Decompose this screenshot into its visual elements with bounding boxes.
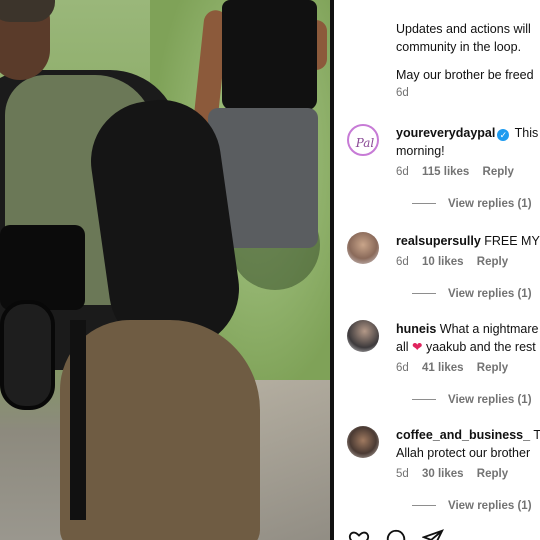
- comment-text: realsupersully FREE MY: [396, 232, 540, 250]
- view-replies-label: View replies (1): [448, 500, 532, 512]
- like-count[interactable]: 30 likes: [422, 468, 464, 480]
- comment-body: T: [533, 428, 540, 442]
- comment-body: What a nightmare: [439, 322, 539, 336]
- avatar[interactable]: [347, 426, 379, 458]
- caption-text: Updates and actions will: [396, 22, 531, 36]
- comment-meta: 6d 115 likes Reply: [396, 166, 524, 178]
- comment-age: 6d: [396, 166, 409, 178]
- comment-age: 6d: [396, 256, 409, 268]
- like-count[interactable]: 115 likes: [422, 166, 469, 178]
- verified-badge-icon: ✓: [497, 129, 510, 141]
- view-replies-label: View replies (1): [448, 288, 532, 300]
- comment-username[interactable]: youreverydaypal: [396, 126, 495, 140]
- view-replies-button[interactable]: View replies (1): [412, 394, 532, 406]
- comment-age: 6d: [396, 362, 409, 374]
- comment-body: Allah protect our brother: [396, 446, 531, 460]
- caption-text: community in the loop.: [396, 40, 522, 54]
- reply-button[interactable]: Reply: [477, 362, 508, 374]
- comments-panel[interactable]: Updates and actions will community in th…: [334, 0, 540, 540]
- comment-text: youreverydaypal ✓ This morning!: [396, 124, 540, 160]
- view-replies-label: View replies (1): [448, 394, 532, 406]
- post-actions: [348, 528, 468, 540]
- comment-body: morning!: [396, 144, 445, 158]
- red-heart-icon: ❤: [412, 340, 423, 354]
- reply-button[interactable]: Reply: [477, 256, 508, 268]
- like-count[interactable]: 41 likes: [422, 362, 464, 374]
- replies-line: [412, 399, 436, 401]
- replies-line: [412, 293, 436, 295]
- replies-line: [412, 203, 436, 205]
- heart-outline-icon[interactable]: [348, 528, 370, 540]
- svg-text:Pal: Pal: [355, 136, 375, 150]
- reply-button[interactable]: Reply: [477, 468, 508, 480]
- avatar[interactable]: [347, 320, 379, 352]
- view-replies-button[interactable]: View replies (1): [412, 288, 532, 300]
- comment-text: huneis What a nightmare all ❤ yaakub and…: [396, 320, 540, 356]
- comment-body: FREE MY: [484, 234, 540, 248]
- speech-bubble-icon[interactable]: [385, 528, 407, 540]
- photographer-pants: [60, 320, 260, 540]
- comment-meta: 6d 10 likes Reply: [396, 256, 518, 268]
- caption-text: May our brother be freed: [396, 68, 534, 82]
- child-shirt: [222, 0, 317, 110]
- avatar[interactable]: [347, 232, 379, 264]
- replies-line: [412, 505, 436, 507]
- camera-lens: [0, 300, 55, 410]
- paper-plane-icon[interactable]: [422, 528, 444, 540]
- caption-timestamp: 6d: [396, 87, 409, 99]
- like-count[interactable]: 10 likes: [422, 256, 464, 268]
- comment-username[interactable]: huneis: [396, 322, 436, 336]
- camera: [0, 225, 85, 310]
- comment-meta: 6d 41 likes Reply: [396, 362, 518, 374]
- reply-button[interactable]: Reply: [483, 166, 514, 178]
- camera-strap: [70, 320, 86, 520]
- avatar[interactable]: Pal: [347, 124, 379, 156]
- comment-body: all: [396, 340, 409, 354]
- comment-username[interactable]: realsupersully: [396, 234, 481, 248]
- view-replies-label: View replies (1): [448, 198, 532, 210]
- comment-username[interactable]: coffee_and_business_: [396, 428, 530, 442]
- comment-meta: 5d 30 likes Reply: [396, 468, 518, 480]
- comment-text: coffee_and_business_ T Allah protect our…: [396, 426, 540, 462]
- comment-body: yaakub and the rest: [425, 340, 536, 354]
- post-photo[interactable]: [0, 0, 330, 540]
- avatar-logo-icon: Pal: [355, 136, 375, 150]
- post-caption: Updates and actions will community in th…: [396, 20, 540, 102]
- comment-age: 5d: [396, 468, 409, 480]
- view-replies-button[interactable]: View replies (1): [412, 500, 532, 512]
- comment-body: This: [514, 126, 539, 140]
- view-replies-button[interactable]: View replies (1): [412, 198, 532, 210]
